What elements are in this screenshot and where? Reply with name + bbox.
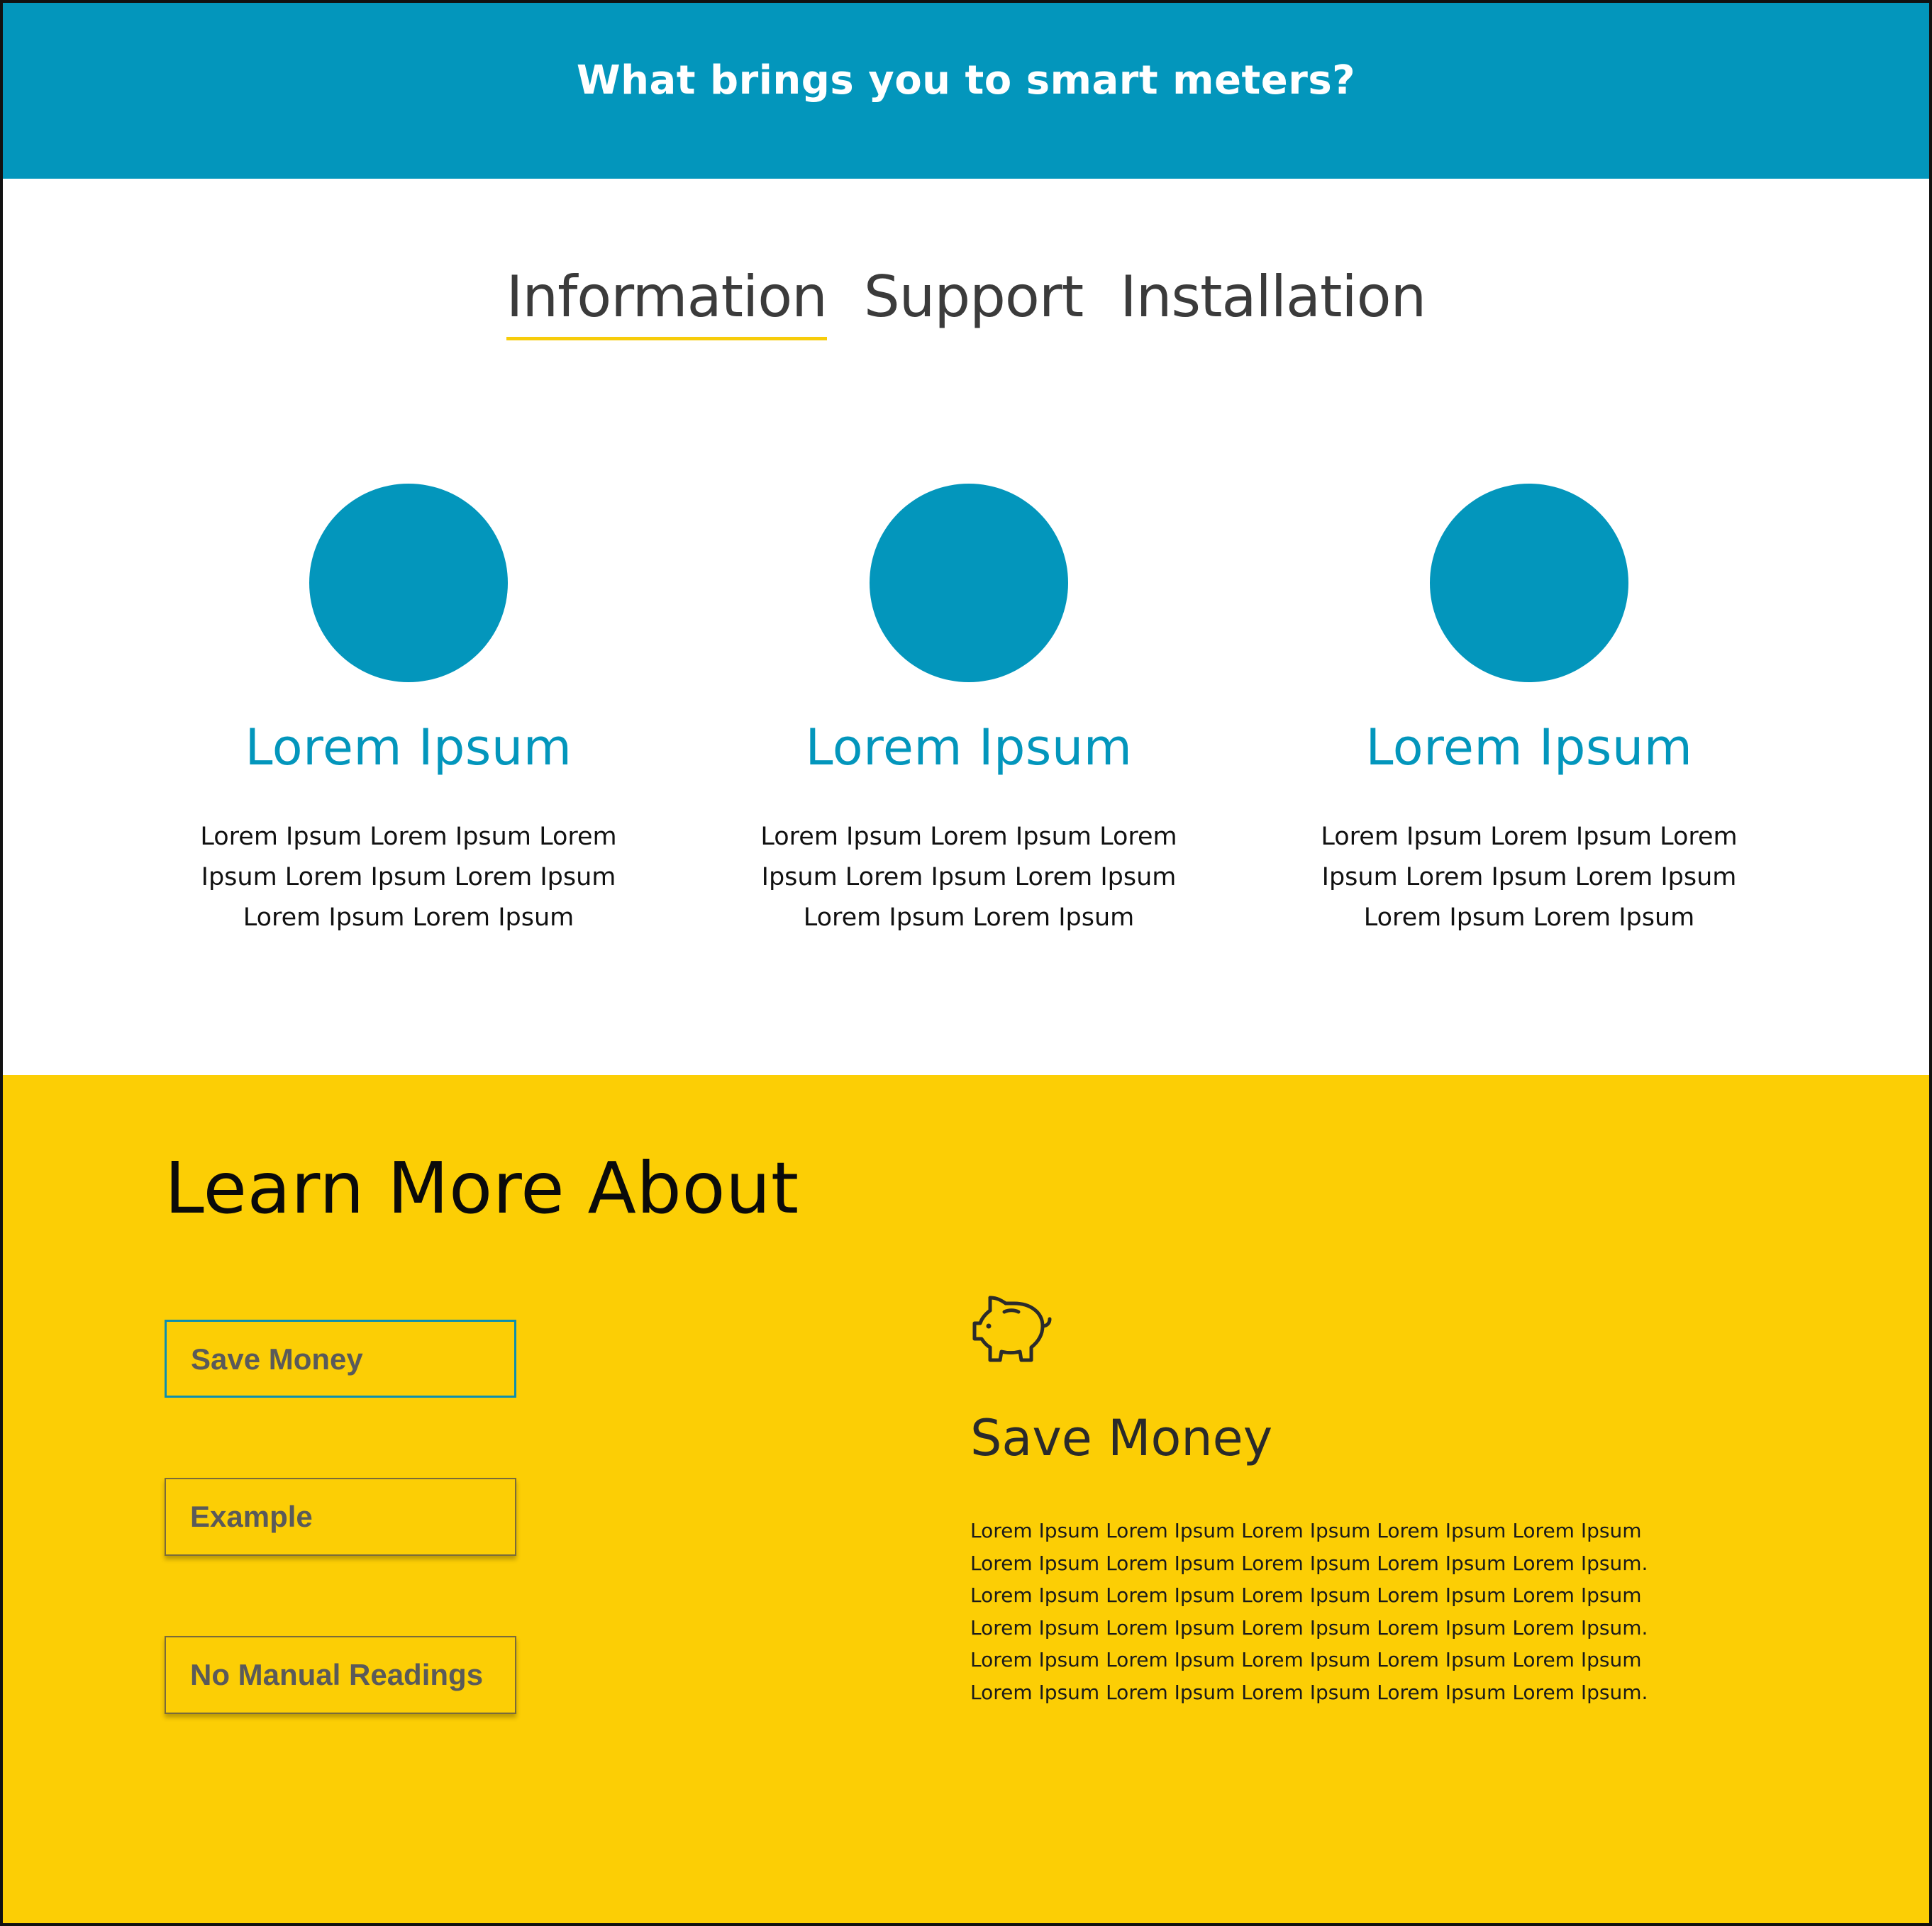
feature-description: Lorem Ipsum Lorem Ipsum Lorem Ipsum Lore… bbox=[200, 823, 617, 932]
hero-banner: What brings you to smart meters? bbox=[3, 3, 1929, 179]
feature-description: Lorem Ipsum Lorem Ipsum Lorem Ipsum Lore… bbox=[1321, 823, 1738, 932]
tab-bar: Information Support Installation bbox=[3, 262, 1929, 340]
detail-body-line: Lorem Ipsum Lorem Ipsum Lorem Ipsum Lore… bbox=[970, 1551, 1648, 1575]
detail-body-line: Lorem Ipsum Lorem Ipsum Lorem Ipsum Lore… bbox=[970, 1648, 1642, 1671]
tab-information[interactable]: Information bbox=[506, 262, 828, 340]
feature-card: Lorem Ipsum Lorem Ipsum Lorem Ipsum Lore… bbox=[139, 484, 678, 938]
piggy-bank-icon bbox=[972, 1296, 1052, 1362]
learn-more-section: Learn More About Save Money Example No M… bbox=[3, 1075, 1929, 1923]
tab-support[interactable]: Support bbox=[864, 262, 1084, 337]
detail-title: Save Money bbox=[970, 1409, 1273, 1467]
learn-more-title: Learn More About bbox=[165, 1147, 799, 1230]
no-manual-readings-button[interactable]: No Manual Readings bbox=[165, 1636, 516, 1714]
save-money-button[interactable]: Save Money bbox=[165, 1320, 516, 1398]
feature-description: Lorem Ipsum Lorem Ipsum Lorem Ipsum Lore… bbox=[760, 823, 1177, 932]
feature-title: Lorem Ipsum bbox=[805, 718, 1133, 776]
detail-body-line: Lorem Ipsum Lorem Ipsum Lorem Ipsum Lore… bbox=[970, 1680, 1648, 1704]
hero-title: What brings you to smart meters? bbox=[576, 57, 1356, 104]
tab-installation[interactable]: Installation bbox=[1120, 262, 1426, 337]
detail-body: Lorem Ipsum Lorem Ipsum Lorem Ipsum Lore… bbox=[970, 1515, 1648, 1708]
detail-body-line: Lorem Ipsum Lorem Ipsum Lorem Ipsum Lore… bbox=[970, 1519, 1642, 1542]
feature-card: Lorem Ipsum Lorem Ipsum Lorem Ipsum Lore… bbox=[699, 484, 1238, 938]
feature-image-placeholder bbox=[309, 484, 508, 682]
feature-image-placeholder bbox=[870, 484, 1068, 682]
example-button[interactable]: Example bbox=[165, 1478, 516, 1556]
feature-title: Lorem Ipsum bbox=[1365, 718, 1693, 776]
feature-image-placeholder bbox=[1430, 484, 1628, 682]
feature-title: Lorem Ipsum bbox=[245, 718, 572, 776]
page-frame: What brings you to smart meters? Informa… bbox=[0, 0, 1932, 1926]
detail-body-line: Lorem Ipsum Lorem Ipsum Lorem Ipsum Lore… bbox=[970, 1615, 1648, 1640]
feature-card: Lorem Ipsum Lorem Ipsum Lorem Ipsum Lore… bbox=[1260, 484, 1799, 938]
detail-body-line: Lorem Ipsum Lorem Ipsum Lorem Ipsum Lore… bbox=[970, 1583, 1642, 1607]
